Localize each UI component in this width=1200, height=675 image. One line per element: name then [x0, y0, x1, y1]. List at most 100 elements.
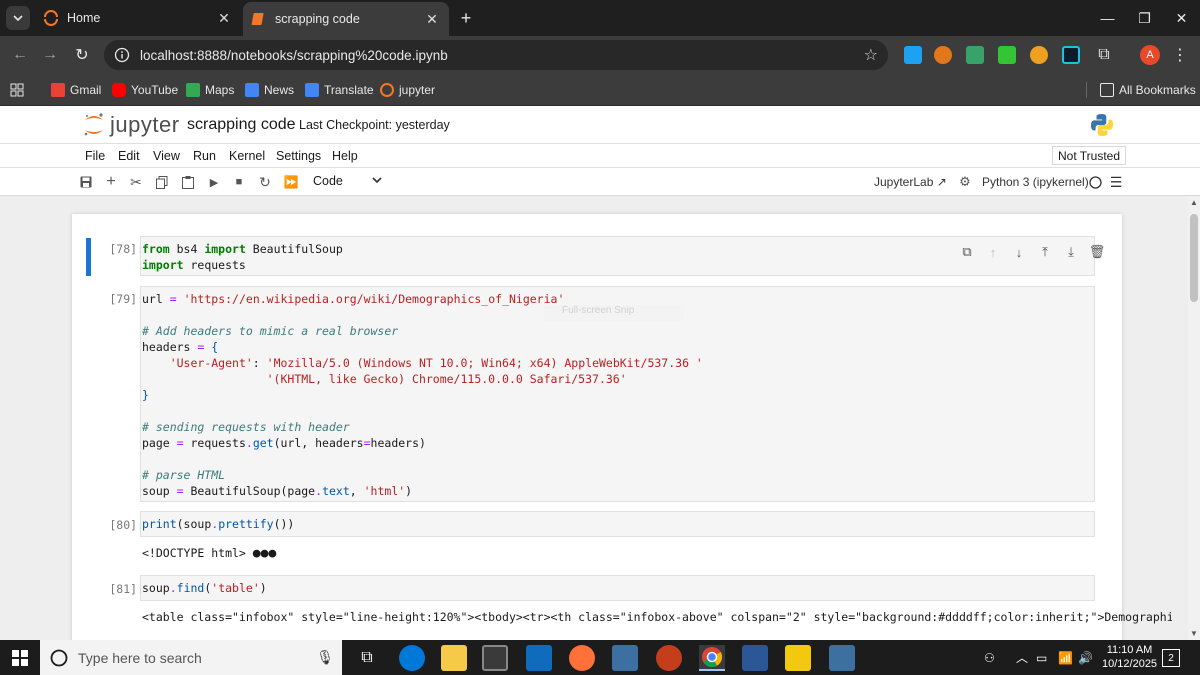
add-cell-icon[interactable]: +	[103, 173, 119, 190]
edge-icon[interactable]	[399, 645, 425, 671]
people-icon[interactable]: ⚇	[984, 640, 995, 675]
bookmark-gmail[interactable]: Gmail	[51, 82, 101, 98]
move-down-icon[interactable]: ↓	[1012, 242, 1026, 262]
page-scrollbar[interactable]: ▲ ▼	[1188, 196, 1200, 640]
profile-avatar[interactable]: A	[1140, 45, 1160, 65]
power-bi-icon[interactable]	[785, 645, 811, 671]
restore-icon[interactable]: ❐	[1126, 0, 1163, 36]
bookmark-star-icon[interactable]: ☆	[864, 45, 878, 65]
bookmarks-bar: Gmail YouTube Maps News Translate jupyte…	[0, 74, 1200, 106]
all-bookmarks[interactable]: All Bookmarks	[1100, 82, 1196, 98]
extension-icon[interactable]	[1062, 46, 1080, 64]
bookmark-youtube[interactable]: YouTube	[112, 82, 178, 98]
run-icon[interactable]: ▶	[206, 174, 222, 190]
code-cell-81[interactable]: soup.find('table')	[140, 575, 1095, 601]
extension-icon[interactable]	[998, 46, 1016, 64]
menu-view[interactable]: View	[153, 149, 180, 163]
tab-title: scrapping code	[275, 12, 360, 26]
chevron-up-icon[interactable]: ︿	[1016, 640, 1028, 675]
python-idle-icon[interactable]	[829, 645, 855, 671]
apps-grid-icon[interactable]	[10, 82, 24, 98]
store-icon[interactable]	[482, 645, 508, 671]
bookmark-news[interactable]: News	[245, 82, 294, 98]
microphone-icon[interactable]: 🎙	[316, 649, 334, 666]
close-icon[interactable]: ✕	[423, 10, 441, 28]
network-icon[interactable]: 📶	[1058, 640, 1073, 675]
insert-below-icon[interactable]: ⤓	[1064, 242, 1078, 262]
close-window-icon[interactable]: ✕	[1163, 0, 1200, 36]
stop-icon[interactable]: ■	[231, 174, 247, 190]
scrollbar-thumb[interactable]	[1190, 214, 1198, 302]
close-icon[interactable]: ✕	[215, 9, 233, 27]
save-icon[interactable]	[78, 174, 94, 190]
vscode-icon[interactable]	[742, 645, 768, 671]
tab-scrapping-code[interactable]: scrapping code ✕	[243, 2, 449, 36]
taskbar-search[interactable]: Type here to search 🎙	[40, 640, 342, 675]
file-explorer-icon[interactable]	[441, 645, 467, 671]
site-info-icon[interactable]	[114, 47, 130, 63]
cell-type-select[interactable]: Code	[313, 174, 343, 188]
url-text: localhost:8888/notebooks/scrapping%20cod…	[140, 47, 448, 63]
chrome-icon[interactable]	[699, 645, 725, 671]
code-cell-78[interactable]: from bs4 import BeautifulSoup import requ…	[140, 236, 1095, 276]
menu-help[interactable]: Help	[332, 149, 358, 163]
bookmark-maps[interactable]: Maps	[186, 82, 234, 98]
menu-edit[interactable]: Edit	[118, 149, 140, 163]
bookmark-translate[interactable]: Translate	[305, 82, 374, 98]
extension-icon[interactable]	[1030, 46, 1048, 64]
new-tab-button[interactable]: +	[455, 7, 477, 29]
jupyter-logo[interactable]: jupyter	[83, 112, 180, 138]
bookmark-jupyter[interactable]: jupyter	[380, 82, 435, 98]
gear-icon[interactable]: ⚙	[957, 174, 973, 190]
volume-icon[interactable]: 🔊	[1078, 640, 1093, 675]
translate-icon	[305, 83, 319, 97]
copy-icon[interactable]	[154, 174, 170, 190]
trust-status-button[interactable]: Not Trusted	[1052, 146, 1127, 165]
windows-start-icon[interactable]	[12, 650, 28, 666]
youtube-icon	[112, 83, 126, 97]
cell-toolbar: ⧉ ↑ ↓ ⤒ ⤓ 🗑	[960, 242, 1106, 262]
collapsed-output-icon[interactable]: ●●●	[253, 546, 276, 561]
search-placeholder: Type here to search	[78, 649, 202, 666]
notification-center-icon[interactable]: 2	[1162, 649, 1180, 667]
delete-cell-icon[interactable]: 🗑	[1089, 242, 1106, 262]
extension-icon[interactable]	[966, 46, 984, 64]
forward-arrow-icon[interactable]: →	[38, 43, 62, 67]
more-menu-icon[interactable]: ⋮	[1172, 45, 1188, 65]
back-arrow-icon[interactable]: ←	[8, 43, 32, 67]
paste-icon[interactable]	[180, 174, 196, 190]
jupyterlab-link[interactable]: JupyterLab ↗	[874, 175, 947, 189]
menu-kernel[interactable]: Kernel	[229, 149, 265, 163]
puzzle-extensions-icon[interactable]: ⧉	[1092, 43, 1116, 67]
minimize-icon[interactable]: —	[1089, 0, 1126, 36]
jupyter-icon	[380, 83, 394, 97]
insert-above-icon[interactable]: ⤒	[1038, 242, 1052, 262]
scroll-down-icon[interactable]: ▼	[1190, 629, 1198, 638]
task-view-icon[interactable]: ⧉	[354, 645, 380, 671]
fast-forward-icon[interactable]: ⏩	[283, 174, 299, 190]
kernel-name[interactable]: Python 3 (ipykernel)	[982, 175, 1089, 189]
taskbar-clock[interactable]: 11:10 AM 10/12/2025	[1102, 643, 1157, 671]
firefox-icon[interactable]	[569, 645, 595, 671]
menu-settings[interactable]: Settings	[276, 149, 321, 163]
mail-icon[interactable]	[526, 645, 552, 671]
extension-icon[interactable]	[904, 46, 922, 64]
python-app-icon[interactable]	[612, 645, 638, 671]
reload-icon[interactable]: ↻	[70, 43, 94, 67]
cut-icon[interactable]: ✂	[128, 174, 144, 190]
scroll-up-icon[interactable]: ▲	[1190, 198, 1198, 207]
duplicate-cell-icon[interactable]: ⧉	[960, 242, 974, 262]
menu-run[interactable]: Run	[193, 149, 216, 163]
notebook-title[interactable]: scrapping code	[187, 116, 296, 134]
tab-home[interactable]: Home ✕	[35, 4, 241, 32]
hamburger-menu-icon[interactable]: ☰	[1108, 174, 1124, 190]
powerpoint-icon[interactable]	[656, 645, 682, 671]
menu-file[interactable]: File	[85, 149, 105, 163]
code-cell-80[interactable]: print(soup.prettify())	[140, 511, 1095, 537]
tab-search-button[interactable]	[6, 6, 30, 30]
chevron-down-icon[interactable]	[372, 174, 382, 188]
restart-icon[interactable]: ↻	[257, 174, 273, 190]
move-up-icon[interactable]: ↑	[986, 242, 1000, 262]
metamask-icon[interactable]	[934, 46, 952, 64]
address-bar[interactable]: localhost:8888/notebooks/scrapping%20cod…	[104, 40, 888, 70]
